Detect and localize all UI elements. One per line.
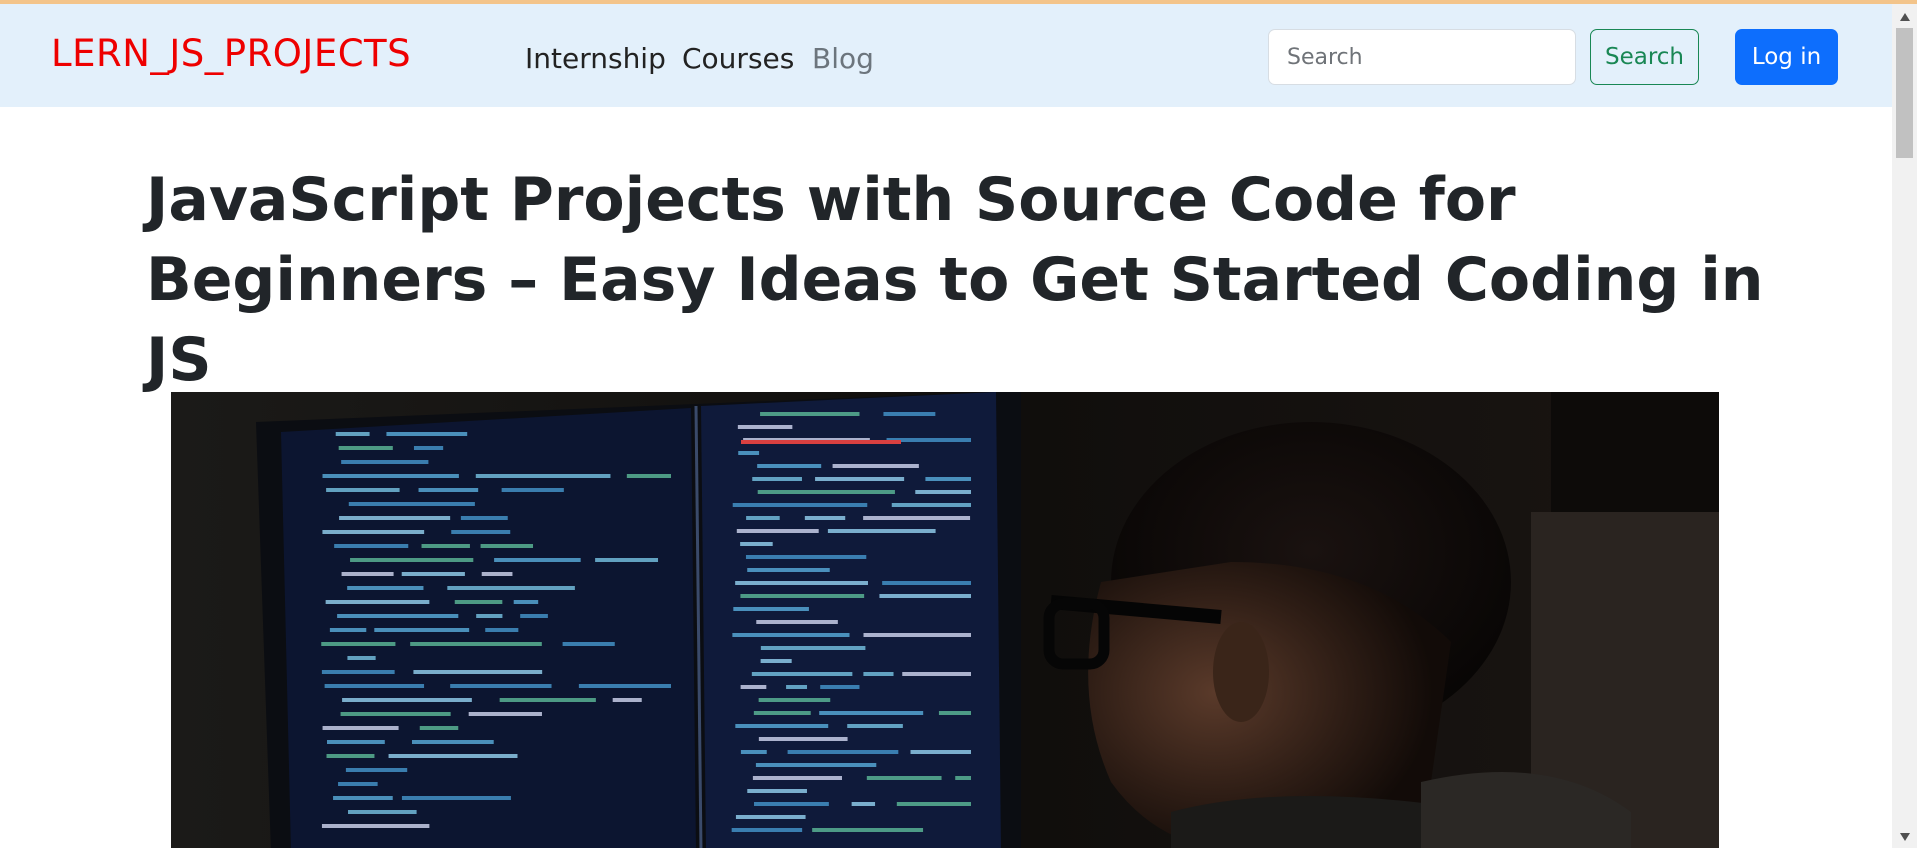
page: LERN_JS_PROJECTS Internship Courses Blog… — [0, 4, 1892, 848]
nav-link-internship[interactable]: Internship — [525, 42, 666, 75]
navbar: LERN_JS_PROJECTS Internship Courses Blog… — [0, 4, 1892, 107]
login-button[interactable]: Log in — [1735, 29, 1838, 85]
triangle-down-icon — [1899, 833, 1910, 841]
search-button-label: Search — [1604, 44, 1685, 70]
scroll-down-arrow[interactable] — [1892, 830, 1917, 844]
login-button-label: Log in — [1751, 44, 1822, 70]
vertical-scrollbar[interactable] — [1892, 4, 1917, 848]
scroll-thumb[interactable] — [1896, 28, 1913, 158]
scroll-up-arrow[interactable] — [1892, 10, 1917, 24]
search-button[interactable]: Search — [1590, 29, 1699, 85]
nav-link-blog[interactable]: Blog — [812, 42, 874, 75]
nav-link-courses[interactable]: Courses — [682, 42, 794, 75]
search-input[interactable] — [1268, 29, 1576, 85]
hero-illustration — [171, 392, 1719, 848]
triangle-up-icon — [1899, 13, 1910, 21]
hero-image — [171, 392, 1719, 848]
page-title: JavaScript Projects with Source Code for… — [146, 165, 1764, 395]
brand-logo[interactable]: LERN_JS_PROJECTS — [51, 32, 411, 75]
